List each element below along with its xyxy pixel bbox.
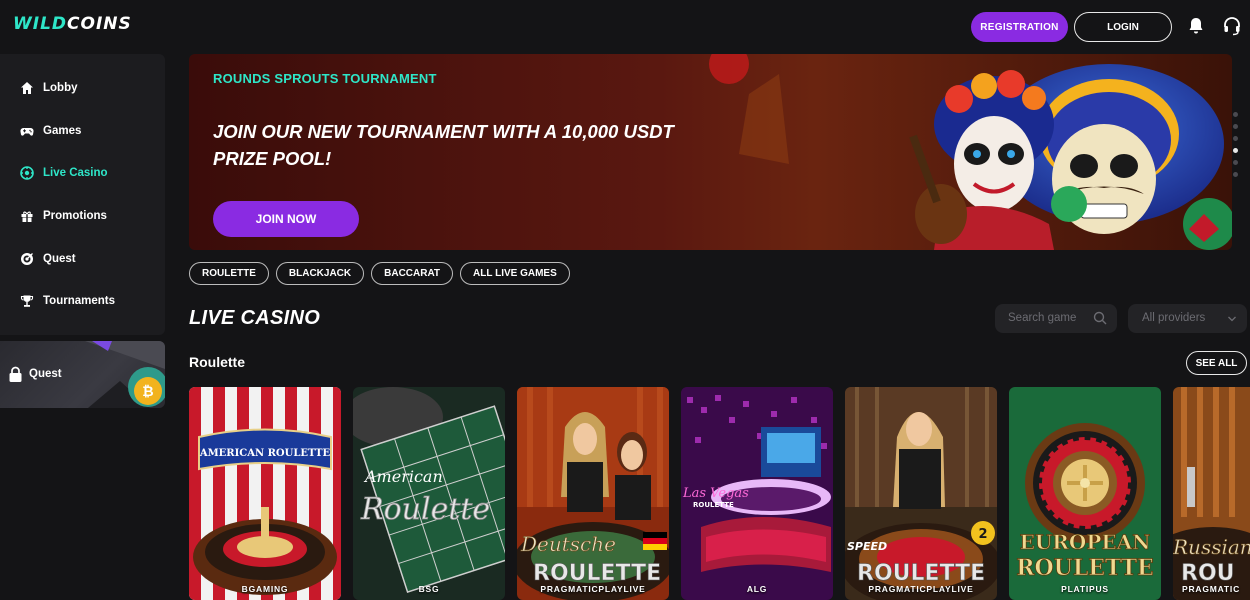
providers-dropdown[interactable]: All providers [1128,304,1247,333]
speed-badge: 2 [978,527,987,542]
lock-icon [9,366,22,382]
sidebar-item-label: Live Casino [43,167,108,179]
see-all-button[interactable]: SEE ALL [1186,351,1247,375]
sidebar-item-label: Promotions [43,210,107,222]
art-title: AMERICAN ROULETTE [199,448,331,459]
filter-all-live-games[interactable]: ALL LIVE GAMES [460,262,570,285]
svg-text:Deutsche: Deutsche [520,532,616,556]
game-provider: BSG [418,584,440,594]
svg-text:ROULETTE: ROULETTE [1016,555,1154,581]
join-now-button[interactable]: JOIN NOW [213,201,359,237]
game-thumbnail: Las Vegas ROULETTE [681,387,833,600]
game-cards-row: AMERICAN ROULETTE BGAMING American Roule… [189,387,1250,600]
banner-skeleton-art [709,54,1232,250]
svg-text:ROULETTE: ROULETTE [857,561,985,586]
game-provider: PRAGMATIC [1181,584,1241,594]
sidebar-item-live-casino[interactable]: Live Casino [20,163,108,183]
game-thumbnail: Deutsche ROULETTE [517,387,669,600]
game-thumbnail: Russian ROU [1173,387,1250,600]
sidebar-item-label: Games [43,125,82,137]
svg-text:Roulette: Roulette [360,492,490,527]
sidebar-item-tournaments[interactable]: Tournaments [20,291,115,311]
promo-banner[interactable]: ROUNDS SPROUTS TOURNAMENT JOIN OUR NEW T… [189,54,1232,250]
sidebar: Lobby Games Live Casino Promotions Quest… [0,54,165,335]
logo-coins: COINS [67,14,132,34]
providers-placeholder: All providers [1142,312,1206,324]
sidebar-item-label: Quest [43,253,76,265]
pagination-dot[interactable] [1233,160,1238,165]
category-filters: ROULETTE BLACKJACK BACCARAT ALL LIVE GAM… [189,262,570,285]
bell-icon[interactable] [1186,16,1206,36]
svg-text:Las Vegas: Las Vegas [682,486,749,501]
sidebar-item-quest[interactable]: Quest [20,249,76,269]
banner-headline: JOIN OUR NEW TOURNAMENT WITH A 10,000 US… [213,121,674,169]
svg-text:ROULETTE: ROULETTE [693,501,734,509]
game-card[interactable]: Las Vegas ROULETTE ALG [681,387,833,600]
game-provider: PRAGMATICPLAYLIVE [868,584,974,594]
quest-card[interactable]: ₿ Quest [0,341,165,408]
game-thumbnail: AMERICAN ROULETTE [189,387,341,600]
home-icon [21,82,33,94]
game-thumbnail: American Roulette [353,387,505,600]
gift-icon [21,211,33,222]
game-thumbnail: 2 SPEED ROULETTE [845,387,997,600]
logo[interactable]: WILDCOINS [13,14,132,34]
search-input[interactable]: Search game [995,304,1117,333]
section-title-roulette: Roulette [189,354,245,370]
quest-card-art: ₿ [85,341,165,408]
sidebar-item-label: Lobby [43,82,78,94]
game-provider: PLATIPUS [1061,584,1109,594]
sidebar-item-promotions[interactable]: Promotions [20,206,107,226]
filter-baccarat[interactable]: BACCARAT [371,262,454,285]
sidebar-item-games[interactable]: Games [20,121,81,141]
search-placeholder: Search game [1008,312,1077,324]
page-title: LIVE CASINO [189,307,321,329]
chevron-down-icon [1228,316,1236,322]
svg-text:₿: ₿ [142,384,153,400]
svg-text:Russian: Russian [1173,535,1250,559]
sidebar-item-lobby[interactable]: Lobby [20,78,78,98]
svg-text:EUROPEAN: EUROPEAN [1020,530,1151,554]
filter-roulette[interactable]: ROULETTE [189,262,269,285]
registration-button[interactable]: REGISTRATION [971,12,1068,42]
pagination-dot[interactable] [1233,172,1238,177]
svg-text:ROU: ROU [1181,561,1235,586]
headset-icon[interactable] [1222,16,1242,36]
game-card[interactable]: EUROPEAN ROULETTE PLATIPUS [1009,387,1161,600]
game-card[interactable]: American Roulette BSG [353,387,505,600]
banner-subtitle: ROUNDS SPROUTS TOURNAMENT [213,71,437,86]
pagination-dot-active[interactable] [1233,148,1238,153]
game-card[interactable]: 2 SPEED ROULETTE PRAGMATICPLAYLIVE [845,387,997,600]
filter-blackjack[interactable]: BLACKJACK [275,262,365,285]
login-button[interactable]: LOGIN [1074,12,1172,42]
banner-pagination [1233,112,1239,184]
game-thumbnail: EUROPEAN ROULETTE [1009,387,1161,600]
game-provider: BGAMING [241,584,289,594]
target-icon [21,253,33,265]
svg-text:American: American [363,467,443,486]
sidebar-item-label: Tournaments [43,295,115,307]
trophy-icon [20,295,34,307]
pagination-dot[interactable] [1233,112,1238,117]
game-card[interactable]: Deutsche ROULETTE PRAGMATICPLAYLIVE [517,387,669,600]
game-card[interactable]: Russian ROU PRAGMATIC [1173,387,1250,600]
svg-text:ROULETTE: ROULETTE [533,561,661,586]
pagination-dot[interactable] [1233,124,1238,129]
search-icon [1093,311,1107,325]
game-provider: PRAGMATICPLAYLIVE [540,584,646,594]
roulette-icon [20,166,34,180]
game-card[interactable]: AMERICAN ROULETTE BGAMING [189,387,341,600]
top-bar: WILDCOINS REGISTRATION LOGIN [0,0,1250,54]
pagination-dot[interactable] [1233,136,1238,141]
svg-text:SPEED: SPEED [847,540,887,553]
quest-card-label: Quest [29,368,62,380]
gamepad-icon [20,127,34,136]
game-provider: ALG [746,584,768,594]
logo-wild: WILD [13,14,68,34]
